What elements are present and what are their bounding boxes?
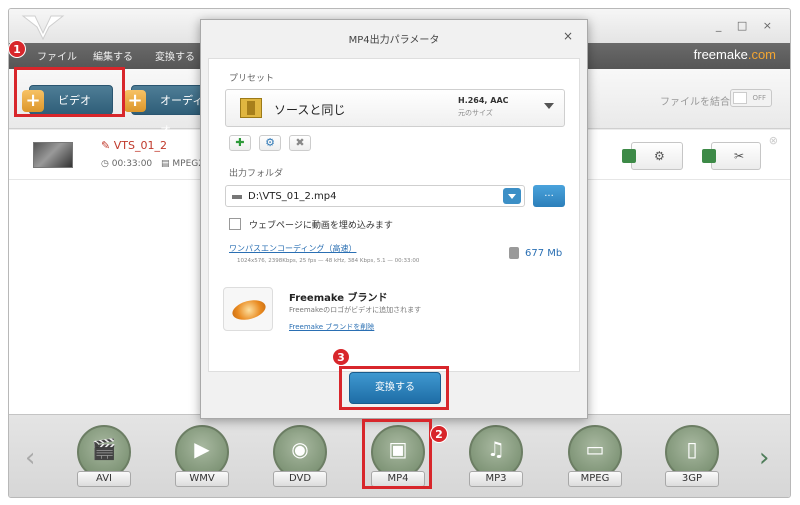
file-name-text: VTS_01_2 (113, 139, 167, 152)
dialog-title: MP4出力パラメータ (348, 35, 440, 46)
chevron-down-icon (544, 103, 554, 109)
headphones-glyph: ♫ (487, 437, 505, 461)
output-folder-label: 出力フォルダ (229, 169, 284, 179)
clapper-glyph: 🎬 (91, 437, 117, 461)
step-marker-2: 2 (430, 425, 448, 443)
merge-files-toggle[interactable]: OFF (730, 89, 772, 107)
format-mp3[interactable]: ♫ MP3 (465, 425, 527, 489)
brand-tail: .com (747, 47, 776, 62)
window-controls[interactable]: _ □ × (716, 19, 778, 32)
toggle-knob (733, 92, 747, 104)
freemake-logo-icon (21, 15, 65, 41)
phone-glyph: ▯ (686, 437, 698, 461)
brand-title: Freemake ブランド (289, 293, 388, 304)
menu-file[interactable]: ファイル (37, 48, 77, 63)
step-marker-1: 1 (8, 40, 26, 58)
output-folder-field[interactable]: D:\VTS_01_2.mp4 (225, 185, 525, 207)
format-label: 3GP (665, 471, 719, 487)
drive-icon (232, 195, 242, 199)
format-label: AVI (77, 471, 131, 487)
highlight-mp4-format (362, 419, 432, 489)
add-preset-icon[interactable]: ✚ (229, 135, 251, 151)
close-icon[interactable]: × (563, 29, 573, 43)
duration-text: 00:33:00 (111, 159, 153, 169)
step-marker-3: 3 (332, 348, 350, 366)
embed-label: ウェブページに動画を埋め込みます (249, 221, 393, 231)
format-label: MPEG (568, 471, 622, 487)
encoding-mode-link[interactable]: ワンパスエンコーディング（高速） (229, 243, 356, 254)
file-size-icon (509, 247, 519, 259)
brand-description: Freemakeのロゴがビデオに追加されます (289, 306, 422, 314)
dropdown-arrow-icon[interactable] (503, 188, 521, 204)
mp4-output-dialog: MP4出力パラメータ × プリセット ソースと同じ H.264, AAC 元のサ… (200, 19, 588, 419)
highlight-video-button (14, 67, 125, 117)
play-icon (622, 149, 636, 163)
remove-brand-link[interactable]: Freemake ブランドを削除 (289, 322, 374, 332)
effects-button[interactable]: ⚙ (622, 142, 683, 170)
tv-glyph: ▭ (585, 437, 605, 461)
browse-button[interactable]: ... (533, 185, 565, 207)
preset-size: 元のサイズ (458, 109, 493, 117)
gear-icon[interactable]: ⚙ (259, 135, 281, 151)
settings-icon: ⚙ (654, 149, 665, 163)
format-wmv[interactable]: ▶ WMV (171, 425, 233, 489)
format-3gp[interactable]: ▯ 3GP (661, 425, 723, 489)
highlight-convert-button (339, 366, 449, 410)
film-icon (240, 98, 262, 118)
preset-codec: H.264, AAC (458, 96, 509, 105)
output-folder-value: D:\VTS_01_2.mp4 (248, 191, 337, 202)
remove-file-icon[interactable]: ⊗ (769, 134, 778, 147)
format-label: MP3 (469, 471, 523, 487)
format-avi[interactable]: 🎬 AVI (73, 425, 135, 489)
scissors-icon: ✂ (734, 149, 745, 163)
estimated-size: 677 Mb (525, 248, 563, 259)
encoding-details: 1024x576, 2398Kbps, 25 fps — 48 kHz, 384… (237, 258, 420, 264)
format-label: DVD (273, 471, 327, 487)
format-dvd[interactable]: ◉ DVD (269, 425, 331, 489)
format-mpeg[interactable]: ▭ MPEG (564, 425, 626, 489)
brand-disc (230, 296, 268, 324)
video-thumbnail (33, 142, 73, 168)
merge-files-label: ファイルを結合 (660, 97, 730, 108)
preset-dropdown[interactable]: ソースと同じ H.264, AAC 元のサイズ (225, 89, 565, 127)
play-glyph: ▶ (194, 437, 210, 461)
next-arrow-icon[interactable]: › (759, 443, 769, 473)
play-icon (702, 149, 716, 163)
edit-button[interactable]: ✂ (702, 142, 761, 170)
plus-icon: + (124, 90, 146, 112)
format-label: WMV (175, 471, 229, 487)
file-duration: ◷ 00:33:00 (101, 159, 153, 169)
menu-edit[interactable]: 編集する (93, 48, 133, 63)
toggle-state: OFF (752, 94, 766, 102)
add-audio-button[interactable]: + オーディオ (124, 85, 211, 137)
preset-label: プリセット (229, 74, 275, 84)
delete-preset-icon[interactable]: ✖ (289, 135, 311, 151)
file-name[interactable]: ✎ VTS_01_2 (101, 139, 167, 152)
brand-logo-text[interactable]: freemake.com (694, 47, 776, 62)
dialog-panel: プリセット ソースと同じ H.264, AAC 元のサイズ ✚ ⚙ ✖ 出力フォ… (208, 58, 580, 372)
prev-arrow-icon[interactable]: ‹ (25, 443, 35, 473)
menu-convert[interactable]: 変換する (155, 48, 195, 63)
freemake-brand-icon (223, 287, 273, 331)
preset-name: ソースと同じ (274, 103, 346, 117)
embed-checkbox[interactable] (229, 218, 241, 230)
brand-main: freemake (693, 47, 748, 62)
disc-glyph: ◉ (291, 437, 309, 461)
